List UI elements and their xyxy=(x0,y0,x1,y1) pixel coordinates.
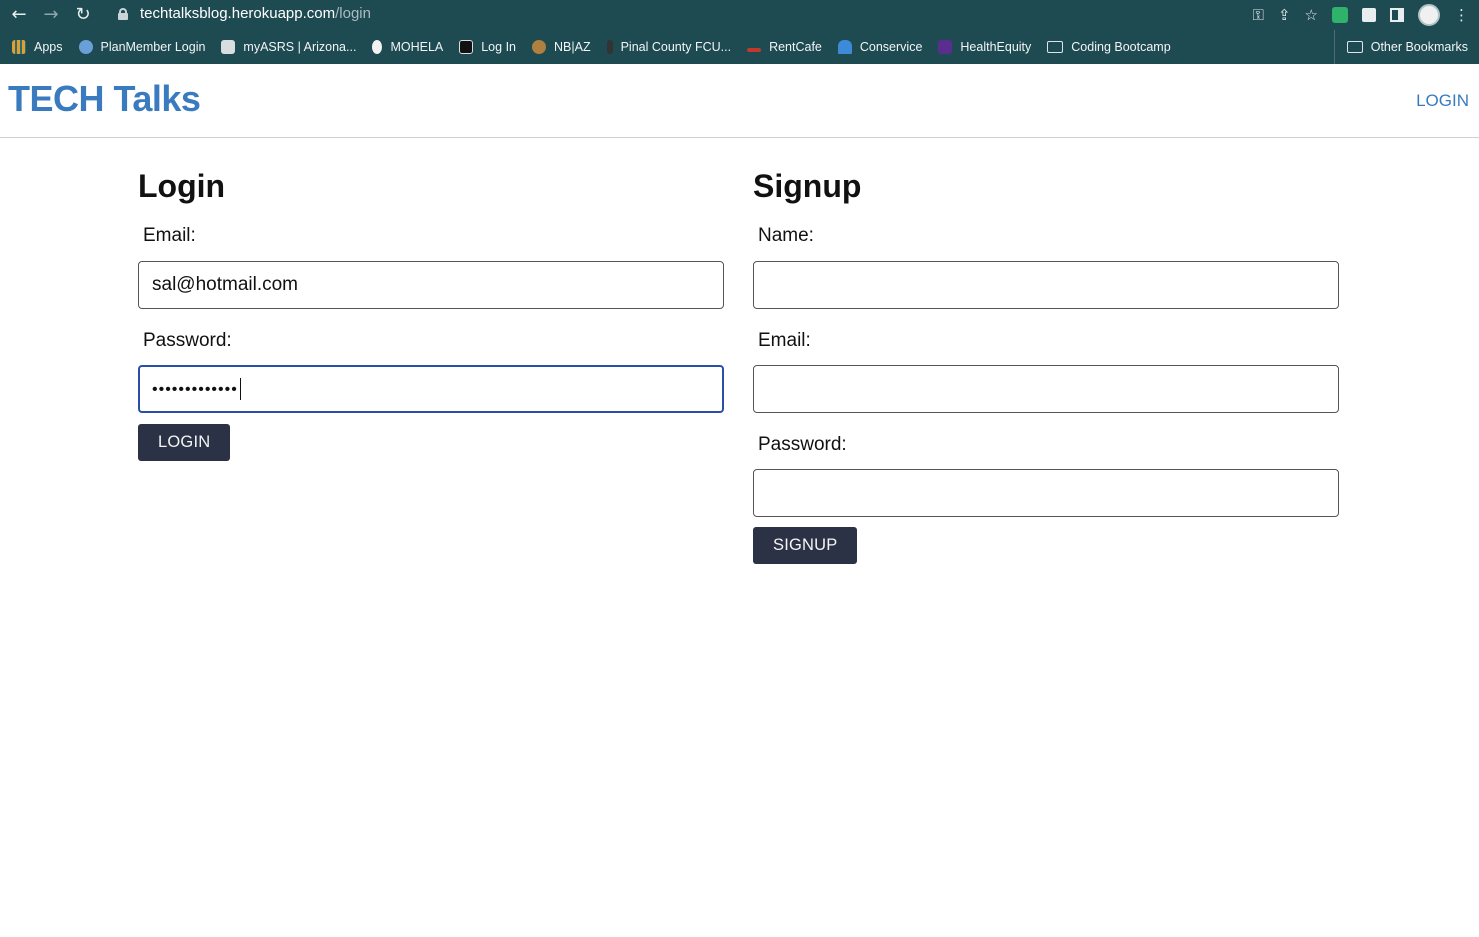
header-login-link[interactable]: LOGIN xyxy=(1416,91,1469,111)
signup-email-input[interactable] xyxy=(753,365,1339,413)
mohela-icon xyxy=(372,40,383,54)
bookmark-conservice[interactable]: Conservice xyxy=(837,40,922,54)
hc-icon xyxy=(459,40,474,54)
login-email-input[interactable]: sal@hotmail.com xyxy=(138,261,724,309)
bookmark-planmember[interactable]: PlanMember Login xyxy=(78,40,205,54)
signup-title: Signup xyxy=(753,168,862,204)
extension-icon[interactable] xyxy=(1332,7,1348,23)
reload-icon[interactable]: ↻ xyxy=(72,4,94,26)
planmember-icon xyxy=(78,40,93,54)
bookmark-rentcafe[interactable]: RentCafe xyxy=(747,40,822,54)
forward-arrow-icon[interactable]: → xyxy=(40,4,62,26)
key-icon[interactable]: ⚿ xyxy=(1253,6,1264,24)
nbaz-icon xyxy=(532,40,546,54)
star-icon[interactable]: ☆ xyxy=(1305,6,1318,24)
bookmark-myasrs[interactable]: myASRS | Arizona... xyxy=(221,40,356,54)
browser-toolbar: ← → ↻ techtalksblog.herokuapp.com/login … xyxy=(0,0,1479,30)
more-menu-icon[interactable]: ⋮ xyxy=(1454,6,1469,24)
site-brand[interactable]: TECH Talks xyxy=(8,78,201,120)
address-bar[interactable]: techtalksblog.herokuapp.com/login xyxy=(106,2,1306,26)
extensions-puzzle-icon[interactable] xyxy=(1362,8,1376,22)
lock-icon xyxy=(118,8,128,20)
folder-icon xyxy=(1346,41,1363,53)
bookmark-log-in[interactable]: Log In xyxy=(459,40,516,54)
apps-grid-icon xyxy=(12,40,26,54)
other-bookmarks[interactable]: Other Bookmarks xyxy=(1333,30,1468,64)
login-email-label: Email: xyxy=(143,225,196,246)
healthequity-icon xyxy=(938,40,953,54)
signup-form: Signup Name: Email: Password: SIGNUP xyxy=(753,166,1339,564)
browser-actions: ⚿ ⇪ ☆ ⋮ xyxy=(1253,3,1469,27)
text-caret xyxy=(239,377,241,400)
bookmarks-bar: Apps PlanMember Login myASRS | Arizona..… xyxy=(0,30,1479,64)
bookmark-mohela[interactable]: MOHELA xyxy=(372,40,443,54)
side-panel-icon[interactable] xyxy=(1390,8,1404,22)
bookmark-apps[interactable]: Apps xyxy=(12,40,63,54)
back-arrow-icon[interactable]: ← xyxy=(8,4,30,26)
bookmark-nbaz[interactable]: NB|AZ xyxy=(532,40,591,54)
signup-password-input[interactable] xyxy=(753,469,1339,517)
signup-email-label: Email: xyxy=(758,330,811,351)
bookmark-pinal-county[interactable]: Pinal County FCU... xyxy=(606,40,731,54)
share-icon[interactable]: ⇪ xyxy=(1278,6,1291,24)
bookmark-healthequity[interactable]: HealthEquity xyxy=(938,40,1031,54)
login-password-input[interactable]: ••••••••••••• xyxy=(138,365,724,413)
signup-name-input[interactable] xyxy=(753,261,1339,309)
cactus-icon xyxy=(606,40,613,54)
bookmark-coding-bootcamp[interactable]: Coding Bootcamp xyxy=(1047,40,1171,54)
site-header: TECH Talks LOGIN xyxy=(0,64,1479,138)
signup-button[interactable]: SIGNUP xyxy=(753,527,858,564)
login-password-label: Password: xyxy=(143,330,232,351)
signup-password-label: Password: xyxy=(758,434,847,455)
url-text: techtalksblog.herokuapp.com/login xyxy=(140,5,371,22)
login-title: Login xyxy=(138,168,226,204)
signup-name-label: Name: xyxy=(758,225,814,246)
profile-avatar[interactable] xyxy=(1418,4,1440,26)
login-button[interactable]: LOGIN xyxy=(138,424,231,461)
folder-icon xyxy=(1047,41,1064,53)
rentcafe-icon xyxy=(747,48,762,52)
login-form: Login Email: sal@hotmail.com Password: •… xyxy=(138,166,724,461)
myasrs-icon xyxy=(221,40,236,54)
conservice-house-icon xyxy=(837,40,852,54)
